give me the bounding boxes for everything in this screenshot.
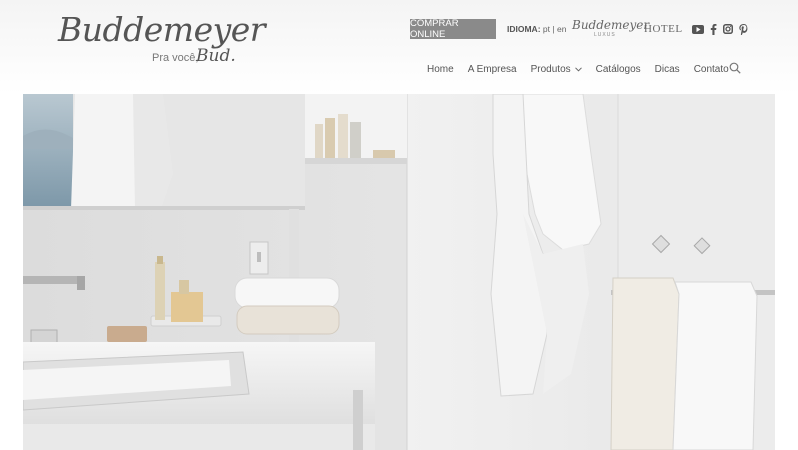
logo-tagline: Pra você, — [152, 52, 199, 64]
social-links — [692, 22, 748, 36]
nav-label: A Empresa — [467, 63, 517, 75]
hero-banner-image — [23, 94, 775, 450]
buddemeyer-logo[interactable]: Buddemeyer Pra você, Bud. — [58, 8, 266, 68]
hotel-link[interactable]: HOTEL — [644, 23, 683, 35]
pinterest-icon[interactable] — [739, 23, 748, 35]
language-en-link[interactable]: en — [557, 24, 566, 34]
language-selector: IDIOMA: pt | en — [507, 24, 566, 34]
nav-item-produtos[interactable]: Produtos — [531, 64, 582, 75]
nav-item-contato[interactable]: Contato — [694, 64, 729, 75]
nav-item-catalogos[interactable]: Catálogos — [596, 64, 641, 75]
language-separator: | — [552, 24, 555, 34]
nav-item-dicas[interactable]: Dicas — [655, 64, 680, 75]
search-icon[interactable] — [728, 61, 742, 75]
luxus-wordmark: Buddemeyer — [572, 18, 650, 32]
instagram-icon[interactable] — [723, 24, 733, 34]
nav-label: Dicas — [654, 63, 680, 75]
buy-online-button[interactable]: COMPRAR ONLINE — [410, 18, 496, 40]
nav-label: Catálogos — [595, 63, 641, 75]
nav-item-home[interactable]: Home — [427, 64, 454, 75]
nav-label: Home — [427, 63, 454, 75]
luxus-label: LUXUS — [594, 32, 616, 38]
buddemeyer-luxus-link[interactable]: Buddemeyer LUXUS — [572, 18, 649, 40]
youtube-icon[interactable] — [692, 24, 704, 34]
nav-label: Contato — [693, 63, 729, 75]
language-label: IDIOMA: — [507, 24, 541, 34]
site-header: Buddemeyer Pra você, Bud. COMPRAR ONLINE… — [0, 0, 798, 94]
chevron-down-icon — [574, 66, 582, 72]
language-pt-link[interactable]: pt — [543, 24, 550, 34]
nav-label: Produtos — [530, 63, 571, 75]
logo-wordmark: Buddemeyer — [58, 10, 266, 49]
logo-sub-brand: Bud. — [196, 46, 236, 66]
facebook-icon[interactable] — [710, 23, 717, 35]
main-nav: Home A Empresa Produtos Catálogos Dicas … — [427, 61, 743, 77]
nav-item-empresa[interactable]: A Empresa — [468, 64, 517, 75]
